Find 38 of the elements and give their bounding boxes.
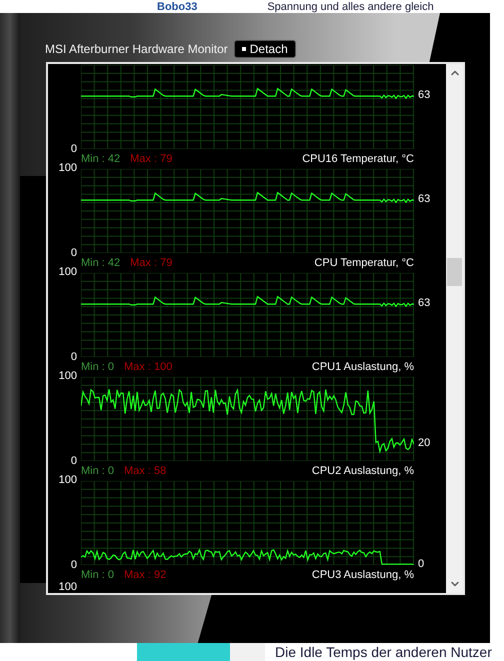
post-text: Die Idle Temps der anderen Nutzer <box>275 643 492 661</box>
max-value: Max : 92 <box>124 568 166 583</box>
max-value: Max : 79 <box>130 256 172 271</box>
author-name[interactable]: Bobo33 <box>157 1 198 13</box>
graph-title: CPU16 Temperatur, °C <box>302 152 414 167</box>
scale-max-label: 100 <box>58 370 77 383</box>
max-value: Max : 100 <box>124 360 172 375</box>
current-value: 63 <box>418 89 430 102</box>
scale-max-label: 100 <box>58 266 77 279</box>
scale-max-label: 100 <box>58 474 77 487</box>
post-text: Spannung und alles andere gleich <box>267 1 434 13</box>
current-value: 63 <box>418 297 430 310</box>
min-value: Min : 42 <box>81 152 120 167</box>
sidebar-strip <box>230 643 265 661</box>
window-title: MSI Afterburner Hardware Monitor <box>45 40 228 58</box>
graph-title: CPU3 Auslastung, % <box>312 568 414 583</box>
current-value: 20 <box>418 437 430 450</box>
max-value: Max : 58 <box>124 464 166 479</box>
scale-min-label: 0 <box>70 247 77 260</box>
max-value: Max : 79 <box>130 152 172 167</box>
scale-max-label: 100 <box>58 582 77 593</box>
min-value: Min : 0 <box>81 568 114 583</box>
scrollbar-thumb[interactable] <box>447 258 462 286</box>
scrollbar[interactable] <box>446 64 463 593</box>
scale-min-label: 0 <box>70 455 77 468</box>
scale-max-label: 100 <box>58 162 77 175</box>
scale-min-label: 0 <box>70 559 77 572</box>
min-value: Min : 0 <box>81 464 114 479</box>
current-value: 0 <box>418 558 424 571</box>
detach-button[interactable]: Detach <box>234 40 296 58</box>
graph-title: CPU2 Auslastung, % <box>312 464 414 479</box>
scale-min-label: 0 <box>70 351 77 364</box>
graph-title: CPU Temperatur, °C <box>314 256 414 271</box>
scale-min-label: 0 <box>70 143 77 156</box>
min-value: Min : 42 <box>81 256 120 271</box>
min-value: Min : 0 <box>81 360 114 375</box>
graph-title: CPU1 Auslastung, % <box>312 360 414 375</box>
current-value: 63 <box>418 193 430 206</box>
